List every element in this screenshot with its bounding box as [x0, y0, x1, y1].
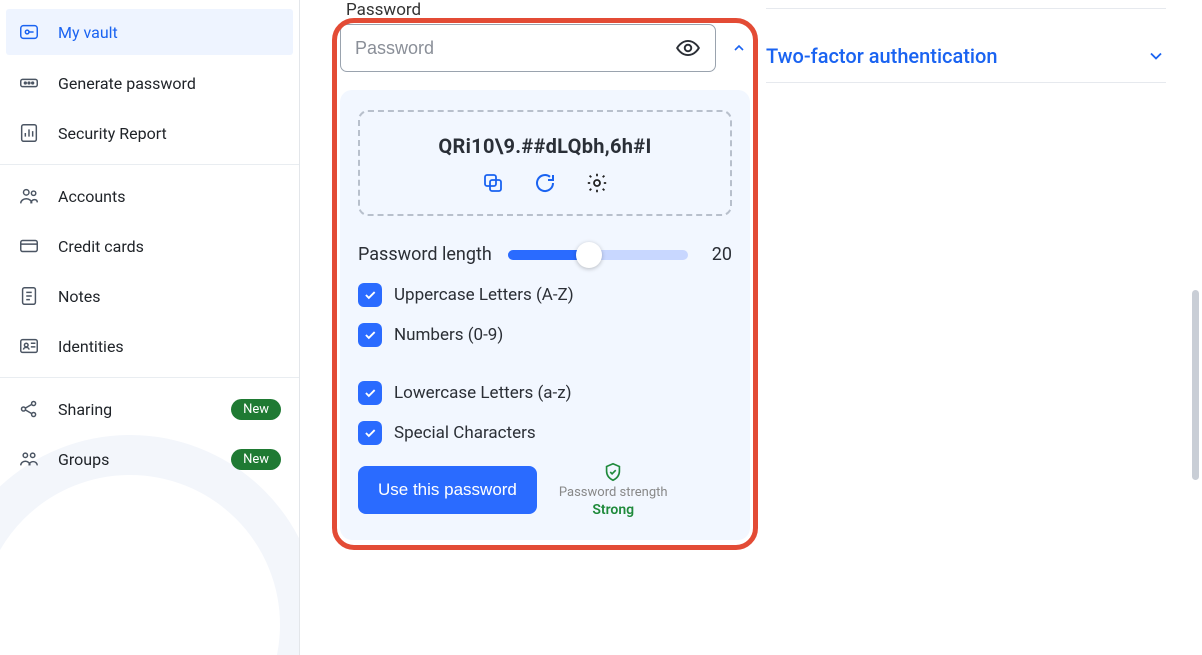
new-badge: New — [231, 449, 281, 470]
groups-icon — [18, 448, 40, 470]
option-special[interactable]: Special Characters — [358, 421, 732, 445]
option-label: Lowercase Letters (a-z) — [394, 383, 572, 403]
gear-icon[interactable] — [584, 170, 610, 196]
share-icon — [18, 398, 40, 420]
notes-icon — [18, 285, 40, 307]
strength-label: Password strength — [559, 485, 668, 500]
option-label: Special Characters — [394, 423, 536, 443]
two-factor-section-toggle[interactable]: Two-factor authentication — [766, 26, 1166, 83]
main-column: Password QRi10\9.##dLQbh,6h#I — [300, 0, 760, 655]
accounts-icon — [18, 185, 40, 207]
generated-password-box: QRi10\9.##dLQbh,6h#I — [358, 110, 732, 216]
password-strength: Password strength Strong — [559, 461, 668, 518]
new-badge: New — [231, 399, 281, 420]
sidebar-item-accounts[interactable]: Accounts — [0, 171, 299, 221]
regenerate-icon[interactable] — [532, 170, 558, 196]
eye-icon[interactable] — [675, 35, 701, 61]
sidebar-item-groups[interactable]: Groups New — [0, 434, 299, 484]
generated-password-value: QRi10\9.##dLQbh,6h#I — [374, 134, 716, 158]
sidebar: My vault Generate password Security Repo… — [0, 0, 300, 655]
sidebar-item-label: Security Report — [58, 124, 167, 143]
sidebar-item-credit-cards[interactable]: Credit cards — [0, 221, 299, 271]
checkbox-checked-icon — [358, 323, 382, 347]
sidebar-item-identities[interactable]: Identities — [0, 321, 299, 371]
sidebar-item-my-vault[interactable]: My vault — [6, 9, 293, 55]
length-label: Password length — [358, 244, 492, 265]
card-icon — [18, 235, 40, 257]
sidebar-item-security-report[interactable]: Security Report — [0, 108, 299, 158]
sidebar-item-label: Identities — [58, 337, 124, 356]
sidebar-item-label: Groups — [58, 450, 109, 469]
sidebar-item-label: Accounts — [58, 187, 125, 206]
sidebar-item-notes[interactable]: Notes — [0, 271, 299, 321]
use-password-button[interactable]: Use this password — [358, 466, 537, 514]
sidebar-item-sharing[interactable]: Sharing New — [0, 384, 299, 434]
strength-value: Strong — [592, 502, 634, 518]
identity-icon — [18, 335, 40, 357]
option-uppercase[interactable]: Uppercase Letters (A-Z) — [358, 283, 732, 307]
password-field-label: Password — [346, 0, 760, 20]
checkbox-checked-icon — [358, 421, 382, 445]
sidebar-item-label: My vault — [58, 23, 118, 42]
password-input-wrap[interactable] — [340, 24, 716, 72]
dots-icon — [18, 72, 40, 94]
sidebar-item-generate-password[interactable]: Generate password — [0, 58, 299, 108]
length-value: 20 — [704, 244, 732, 265]
checkbox-checked-icon — [358, 283, 382, 307]
password-input[interactable] — [355, 38, 675, 59]
checkbox-checked-icon — [358, 381, 382, 405]
vault-icon — [18, 21, 40, 43]
option-lowercase[interactable]: Lowercase Letters (a-z) — [358, 381, 732, 405]
right-column: Two-factor authentication — [760, 0, 1200, 83]
collapse-generator-toggle[interactable] — [728, 37, 750, 59]
password-generator-card: QRi10\9.##dLQbh,6h#I Password length — [340, 90, 750, 540]
shield-check-icon — [602, 461, 624, 483]
option-numbers[interactable]: Numbers (0-9) — [358, 323, 732, 347]
sidebar-item-label: Sharing — [58, 400, 112, 419]
chevron-down-icon — [1146, 46, 1166, 66]
option-label: Numbers (0-9) — [394, 325, 503, 345]
length-slider[interactable] — [508, 250, 688, 260]
slider-knob[interactable] — [576, 242, 602, 268]
divider — [766, 8, 1166, 9]
sidebar-item-label: Credit cards — [58, 237, 144, 256]
report-icon — [18, 122, 40, 144]
option-label: Uppercase Letters (A-Z) — [394, 285, 574, 305]
scrollbar-thumb[interactable] — [1192, 290, 1199, 480]
sidebar-item-label: Notes — [58, 287, 101, 306]
copy-icon[interactable] — [480, 170, 506, 196]
two-factor-label: Two-factor authentication — [766, 44, 998, 68]
sidebar-item-label: Generate password — [58, 74, 196, 93]
